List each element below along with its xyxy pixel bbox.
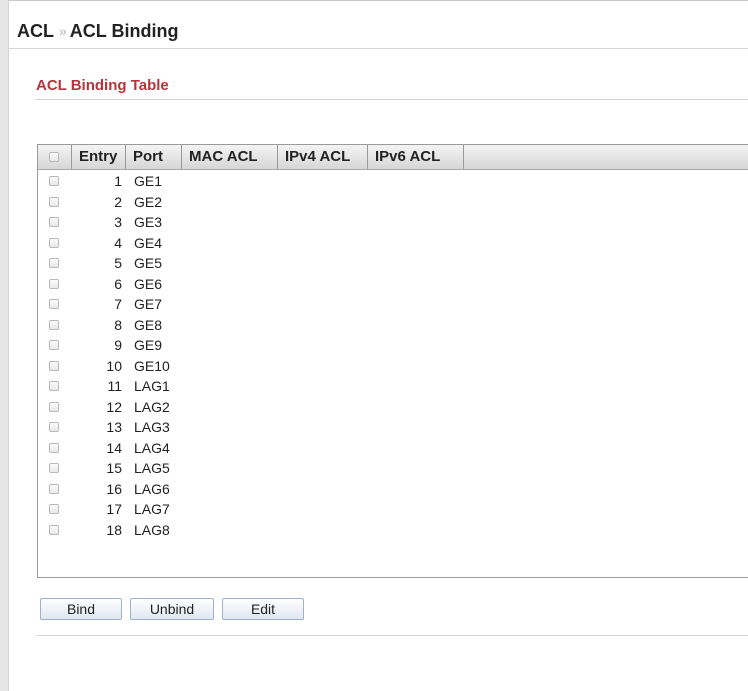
table-row[interactable]: 14 LAG4 — [38, 438, 748, 458]
table-row[interactable]: 7 GE7 — [38, 294, 748, 314]
port-cell: GE7 — [134, 296, 163, 312]
port-cell: GE10 — [134, 357, 170, 374]
column-header-entry[interactable]: Entry — [72, 145, 126, 169]
entry-cell: 10 — [106, 357, 122, 374]
port-cell: GE5 — [134, 255, 163, 271]
port-cell: GE6 — [134, 275, 163, 292]
table-row[interactable]: 1 GE1 — [38, 171, 748, 191]
table-row[interactable]: 18 LAG8 — [38, 520, 748, 540]
row-select-checkbox[interactable] — [49, 176, 59, 186]
row-select-checkbox[interactable] — [49, 504, 59, 514]
port-cell: LAG5 — [134, 460, 170, 476]
port-cell: LAG6 — [134, 480, 170, 497]
entry-cell: 3 — [114, 214, 122, 230]
section-title: ACL Binding Table — [36, 77, 169, 94]
header-divider — [9, 48, 748, 49]
table-row[interactable]: 6 GE6 — [38, 274, 748, 294]
footer-divider — [36, 635, 748, 636]
entry-cell: 17 — [106, 501, 122, 517]
header-select-cell — [38, 145, 72, 169]
table-row[interactable]: 8 GE8 — [38, 315, 748, 335]
entry-cell: 9 — [114, 337, 122, 353]
row-select-checkbox[interactable] — [49, 463, 59, 473]
port-cell: GE8 — [134, 316, 163, 333]
port-cell: GE9 — [134, 337, 163, 353]
port-cell: GE3 — [134, 214, 163, 230]
row-select-checkbox[interactable] — [49, 483, 59, 494]
entry-cell: 1 — [114, 173, 122, 189]
entry-cell: 4 — [114, 234, 122, 251]
acl-binding-table: Entry Port MAC ACL IPv4 ACL IPv6 ACL 1 GE… — [37, 144, 748, 578]
port-cell: LAG8 — [134, 521, 170, 538]
breadcrumb: ACL » ACL Binding — [17, 19, 178, 43]
port-cell: LAG2 — [134, 398, 170, 415]
row-select-checkbox[interactable] — [49, 299, 59, 309]
row-select-checkbox[interactable] — [49, 360, 59, 371]
table-row[interactable]: 16 LAG6 — [38, 479, 748, 499]
breadcrumb-separator-icon: » — [59, 23, 67, 39]
row-select-checkbox[interactable] — [49, 319, 59, 330]
table-header: Entry Port MAC ACL IPv4 ACL IPv6 ACL — [38, 145, 748, 170]
section-divider — [36, 99, 748, 100]
entry-cell: 16 — [106, 480, 122, 497]
entry-cell: 14 — [106, 439, 122, 456]
row-select-checkbox[interactable] — [49, 381, 59, 391]
column-header-ipv6-acl[interactable]: IPv6 ACL — [368, 145, 464, 169]
row-select-checkbox[interactable] — [49, 442, 59, 453]
table-row[interactable]: 12 LAG2 — [38, 397, 748, 417]
table-row[interactable]: 11 LAG1 — [38, 376, 748, 396]
port-cell: GE1 — [134, 173, 163, 189]
row-select-checkbox[interactable] — [49, 258, 59, 268]
port-cell: LAG3 — [134, 419, 170, 435]
page-title: ACL Binding — [69, 20, 179, 41]
row-select-checkbox[interactable] — [49, 196, 59, 207]
row-select-checkbox[interactable] — [49, 340, 59, 350]
column-header-port[interactable]: Port — [126, 145, 182, 169]
row-select-checkbox[interactable] — [49, 217, 59, 227]
port-cell: LAG4 — [134, 439, 170, 456]
bind-button[interactable]: Bind — [40, 598, 122, 620]
port-cell: GE2 — [134, 193, 163, 210]
select-all-checkbox[interactable] — [49, 152, 59, 162]
table-row[interactable]: 15 LAG5 — [38, 458, 748, 478]
row-select-checkbox[interactable] — [49, 401, 59, 412]
column-header-mac-acl[interactable]: MAC ACL — [182, 145, 278, 169]
table-row[interactable]: 3 GE3 — [38, 212, 748, 232]
table-row[interactable]: 5 GE5 — [38, 253, 748, 273]
entry-cell: 12 — [106, 398, 122, 415]
table-row[interactable]: 17 LAG7 — [38, 499, 748, 519]
row-select-checkbox[interactable] — [49, 422, 59, 432]
entry-cell: 13 — [106, 419, 122, 435]
entry-cell: 7 — [114, 296, 122, 312]
port-cell: LAG7 — [134, 501, 170, 517]
left-frame-border — [0, 0, 9, 691]
edit-button[interactable]: Edit — [222, 598, 304, 620]
row-select-checkbox[interactable] — [49, 278, 59, 289]
table-row[interactable]: 10 GE10 — [38, 356, 748, 376]
table-row[interactable]: 9 GE9 — [38, 335, 748, 355]
table-row[interactable]: 2 GE2 — [38, 192, 748, 212]
breadcrumb-parent: ACL — [17, 20, 54, 41]
unbind-button[interactable]: Unbind — [130, 598, 214, 620]
entry-cell: 5 — [114, 255, 122, 271]
port-cell: LAG1 — [134, 378, 170, 394]
row-select-checkbox[interactable] — [49, 237, 59, 248]
entry-cell: 18 — [106, 521, 122, 538]
port-cell: GE4 — [134, 234, 163, 251]
column-header-ipv4-acl[interactable]: IPv4 ACL — [278, 145, 368, 169]
entry-cell: 11 — [107, 378, 122, 394]
entry-cell: 6 — [114, 275, 122, 292]
table-row[interactable]: 13 LAG3 — [38, 417, 748, 437]
row-select-checkbox[interactable] — [49, 524, 59, 535]
entry-cell: 2 — [114, 193, 122, 210]
table-row[interactable]: 4 GE4 — [38, 233, 748, 253]
top-border — [0, 0, 748, 1]
entry-cell: 8 — [114, 316, 122, 333]
entry-cell: 15 — [106, 460, 122, 476]
